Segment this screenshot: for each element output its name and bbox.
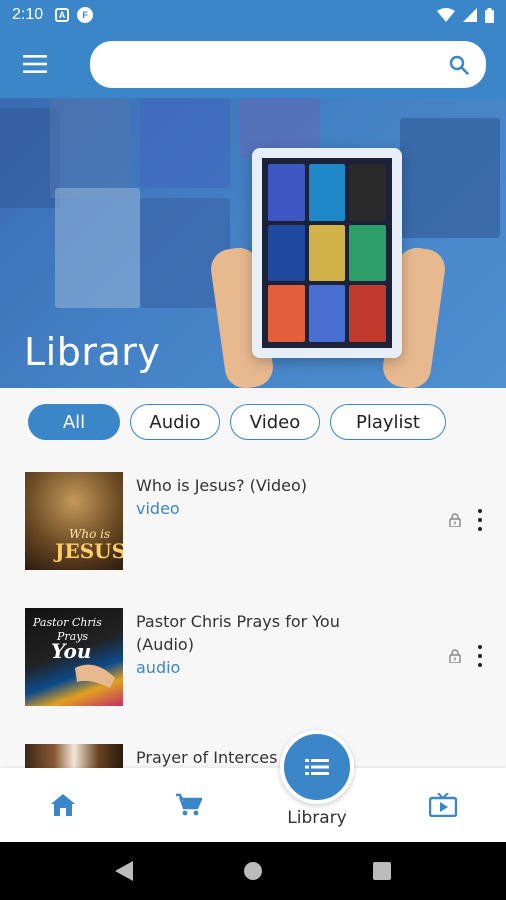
more-icon-dot bbox=[478, 518, 482, 522]
media-list: Who is JESUS? Who is Jesus? (Video) vide… bbox=[0, 456, 506, 768]
status-bar: 2:10 A F bbox=[0, 0, 506, 30]
library-fab[interactable] bbox=[280, 730, 354, 804]
nav-tv[interactable] bbox=[410, 768, 476, 842]
cart-icon bbox=[176, 793, 202, 816]
more-options-button[interactable] bbox=[474, 645, 486, 667]
svg-text:JESUS?: JESUS? bbox=[53, 539, 123, 563]
chip-playlist[interactable]: Playlist bbox=[330, 404, 446, 440]
signal-icon bbox=[463, 8, 477, 22]
app-screen: 2:10 A F Library All Audio Video Playlis… bbox=[0, 0, 506, 900]
more-icon-dot bbox=[478, 663, 482, 667]
home-icon bbox=[51, 794, 75, 816]
item-type: video bbox=[136, 499, 180, 518]
battery-icon bbox=[485, 7, 494, 23]
status-icons bbox=[437, 7, 494, 23]
more-icon-dot bbox=[478, 645, 482, 649]
app-bar bbox=[0, 30, 506, 98]
list-item[interactable]: Who is JESUS? Who is Jesus? (Video) vide… bbox=[0, 456, 506, 592]
item-thumbnail: Pastor Chris Prays You bbox=[25, 608, 123, 706]
search-input[interactable] bbox=[104, 55, 446, 74]
system-home-button[interactable] bbox=[238, 856, 268, 886]
svg-text:Pastor Chris: Pastor Chris bbox=[32, 616, 102, 629]
list-item[interactable]: Prayer of Interces bbox=[0, 728, 506, 768]
hamburger-menu-icon bbox=[23, 55, 47, 73]
item-thumbnail bbox=[25, 744, 123, 768]
nav-home[interactable] bbox=[30, 768, 96, 842]
chip-audio[interactable]: Audio bbox=[130, 404, 220, 440]
item-type: audio bbox=[136, 658, 181, 677]
more-icon-dot bbox=[478, 509, 482, 513]
wifi-icon bbox=[437, 8, 455, 22]
nav-library-label[interactable]: Library bbox=[270, 808, 364, 828]
page-title: Library bbox=[24, 330, 161, 374]
tv-icon bbox=[429, 793, 457, 817]
system-recents-button[interactable] bbox=[367, 856, 397, 886]
search-bar[interactable] bbox=[90, 41, 486, 88]
nav-cart[interactable] bbox=[156, 768, 222, 842]
hero-tablet bbox=[252, 148, 402, 358]
item-title: Pastor Chris Prays for You (Audio) bbox=[136, 612, 340, 654]
thumbnail-art: Pastor Chris Prays You bbox=[32, 616, 115, 688]
system-back-button[interactable] bbox=[109, 856, 139, 886]
menu-button[interactable] bbox=[0, 30, 70, 98]
filter-chips: All Audio Video Playlist bbox=[0, 388, 506, 456]
list-item[interactable]: Pastor Chris Prays You Pastor Chris Pray… bbox=[0, 592, 506, 728]
back-icon bbox=[115, 861, 134, 881]
svg-text:You: You bbox=[51, 639, 91, 663]
more-icon-dot bbox=[478, 527, 482, 531]
status-time: 2:10 bbox=[12, 6, 44, 23]
more-icon-dot bbox=[478, 654, 482, 658]
notification-a-icon: A bbox=[55, 8, 70, 22]
item-title: Who is Jesus? (Video) bbox=[136, 476, 307, 495]
hero-banner: Library bbox=[0, 98, 506, 388]
flipboard-icon: F bbox=[77, 7, 94, 23]
item-text: Pastor Chris Prays for You (Audio) audio bbox=[136, 610, 366, 728]
item-thumbnail: Who is JESUS? bbox=[25, 472, 123, 570]
system-nav-bar bbox=[0, 842, 506, 900]
recents-icon bbox=[372, 862, 391, 880]
chip-all[interactable]: All bbox=[28, 404, 120, 440]
chip-video[interactable]: Video bbox=[230, 404, 320, 440]
search-icon bbox=[449, 55, 469, 75]
list-icon bbox=[305, 759, 329, 775]
thumbnail-art: Who is JESUS? bbox=[53, 527, 123, 563]
search-button[interactable] bbox=[446, 52, 472, 78]
more-options-button[interactable] bbox=[474, 509, 486, 531]
lock-icon bbox=[449, 649, 461, 663]
bottom-nav bbox=[0, 768, 506, 842]
hero-tablet-screen bbox=[262, 158, 392, 348]
home-circle-icon bbox=[243, 862, 262, 880]
item-text: Who is Jesus? (Video) video bbox=[136, 474, 366, 592]
lock-icon bbox=[449, 513, 461, 527]
